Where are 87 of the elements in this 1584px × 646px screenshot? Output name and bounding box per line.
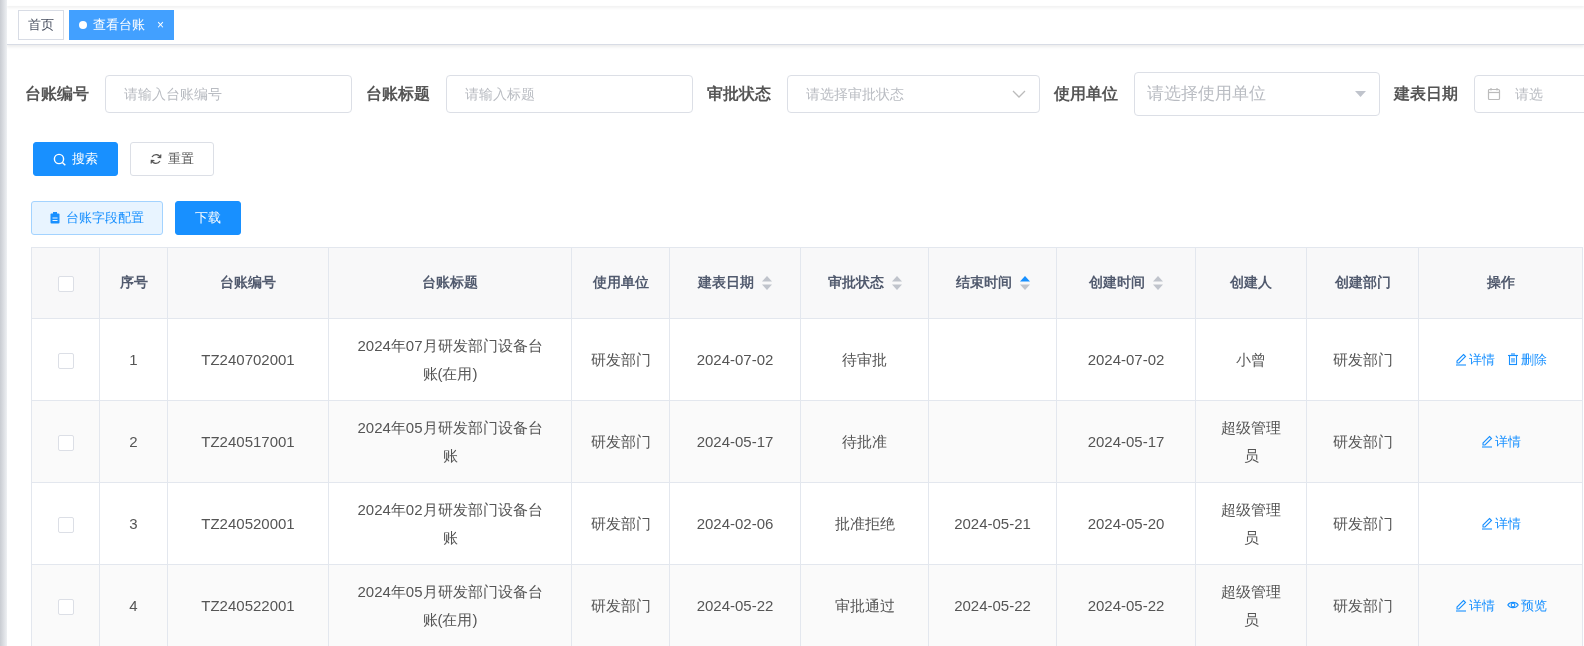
end-time: 2024-05-21	[954, 514, 1031, 532]
creator: 小曾	[1236, 350, 1266, 368]
column-header[interactable]: 操作	[1486, 274, 1515, 292]
column-header[interactable]: 台账编号	[220, 274, 276, 292]
input-field[interactable]: 请输入台账编号	[105, 75, 352, 113]
pencil-icon	[1454, 353, 1467, 366]
delete-link[interactable]: 删除	[1506, 345, 1547, 374]
department: 研发部门	[590, 350, 651, 368]
input-field[interactable]: 请输入标题	[446, 75, 693, 113]
approval-status: 待审批	[842, 350, 887, 368]
column-header[interactable]: 审批状态	[827, 274, 884, 292]
approval-status: 待批准	[842, 432, 887, 450]
pencil-icon	[1454, 599, 1467, 612]
ledger-title: 2024年07月研发部门设备台账(在用)	[357, 336, 543, 382]
select-field[interactable]: 请选择审批状态	[787, 75, 1040, 113]
end-time: 2024-05-22	[954, 596, 1031, 614]
field-label: 审批状态	[707, 83, 771, 104]
search-icon	[53, 152, 66, 166]
refresh-icon	[150, 153, 162, 165]
ledger-number: TZ240517001	[201, 432, 295, 450]
creator: 超级管理员	[1221, 582, 1281, 628]
sort-icon[interactable]	[1019, 276, 1030, 290]
creator-department: 研发部门	[1332, 350, 1393, 368]
details-link[interactable]: 详情	[1454, 345, 1495, 374]
reset-button[interactable]: 重置	[130, 142, 214, 176]
calendar-icon	[1487, 87, 1501, 101]
select-all-checkbox[interactable]	[57, 275, 74, 292]
department: 研发部门	[590, 432, 651, 450]
caret-down-icon	[1355, 91, 1366, 97]
select-field[interactable]: 请选择使用单位	[1134, 72, 1380, 116]
column-header[interactable]: 结束时间	[955, 274, 1012, 292]
ledger-number: TZ240520001	[201, 514, 295, 532]
details-link[interactable]: 详情	[1480, 427, 1521, 456]
field-label: 建表日期	[1394, 83, 1458, 104]
dot-icon	[79, 21, 87, 29]
approval-status: 审批通过	[834, 596, 895, 614]
column-header[interactable]: 使用单位	[592, 274, 649, 292]
created-time: 2024-05-22	[1087, 596, 1165, 614]
pencil-icon	[1480, 517, 1493, 530]
creator: 超级管理员	[1221, 500, 1281, 546]
creator-department: 研发部门	[1332, 514, 1393, 532]
created-time: 2024-05-20	[1087, 514, 1165, 532]
field-label: 台账标题	[366, 83, 430, 104]
ledger-title: 2024年05月研发部门设备台账	[357, 418, 543, 464]
creator-department: 研发部门	[1332, 432, 1393, 450]
row-number: 3	[129, 514, 138, 532]
input-field[interactable]: 请选	[1474, 75, 1584, 113]
column-header[interactable]: 序号	[119, 274, 148, 292]
trash-icon	[1506, 353, 1519, 366]
clipboard-icon	[50, 212, 60, 224]
column-header[interactable]: 建表日期	[698, 274, 754, 292]
create-date: 2024-05-22	[696, 596, 774, 614]
row-number: 4	[129, 596, 138, 614]
chevron-down-icon	[1012, 90, 1026, 98]
row-number: 1	[129, 350, 138, 368]
row-number: 2	[129, 432, 138, 450]
created-time: 2024-07-02	[1087, 350, 1165, 368]
field-label: 台账编号	[25, 83, 89, 104]
row-checkbox[interactable]	[57, 598, 74, 615]
row-checkbox[interactable]	[57, 434, 74, 451]
ledger-number: TZ240702001	[201, 350, 295, 368]
approval-status: 批准拒绝	[834, 514, 895, 532]
column-header[interactable]: 创建人	[1230, 274, 1272, 292]
department: 研发部门	[590, 596, 651, 614]
sort-icon[interactable]	[891, 276, 902, 290]
details-link[interactable]: 详情	[1480, 509, 1521, 538]
column-header[interactable]: 创建时间	[1089, 274, 1145, 292]
creator-department: 研发部门	[1332, 596, 1393, 614]
created-time: 2024-05-17	[1087, 432, 1165, 450]
details-link[interactable]: 详情	[1454, 591, 1495, 620]
create-date: 2024-02-06	[696, 514, 774, 532]
create-date: 2024-07-02	[696, 350, 774, 368]
ledger-number: TZ240522001	[201, 596, 295, 614]
sort-icon[interactable]	[1153, 276, 1163, 290]
ledger-title: 2024年05月研发部门设备台账(在用)	[357, 582, 543, 628]
pencil-icon	[1480, 435, 1493, 448]
tab[interactable]: 首页	[18, 10, 64, 40]
create-date: 2024-05-17	[696, 432, 774, 450]
row-checkbox[interactable]	[57, 516, 74, 533]
field-label: 使用单位	[1054, 83, 1118, 104]
creator: 超级管理员	[1221, 418, 1281, 464]
column-header[interactable]: 创建部门	[1334, 274, 1391, 292]
department: 研发部门	[590, 514, 651, 532]
sort-icon[interactable]	[762, 276, 772, 290]
ledger-title: 2024年02月研发部门设备台账	[357, 500, 543, 546]
column-header[interactable]: 台账标题	[422, 274, 478, 292]
row-checkbox[interactable]	[57, 352, 74, 369]
